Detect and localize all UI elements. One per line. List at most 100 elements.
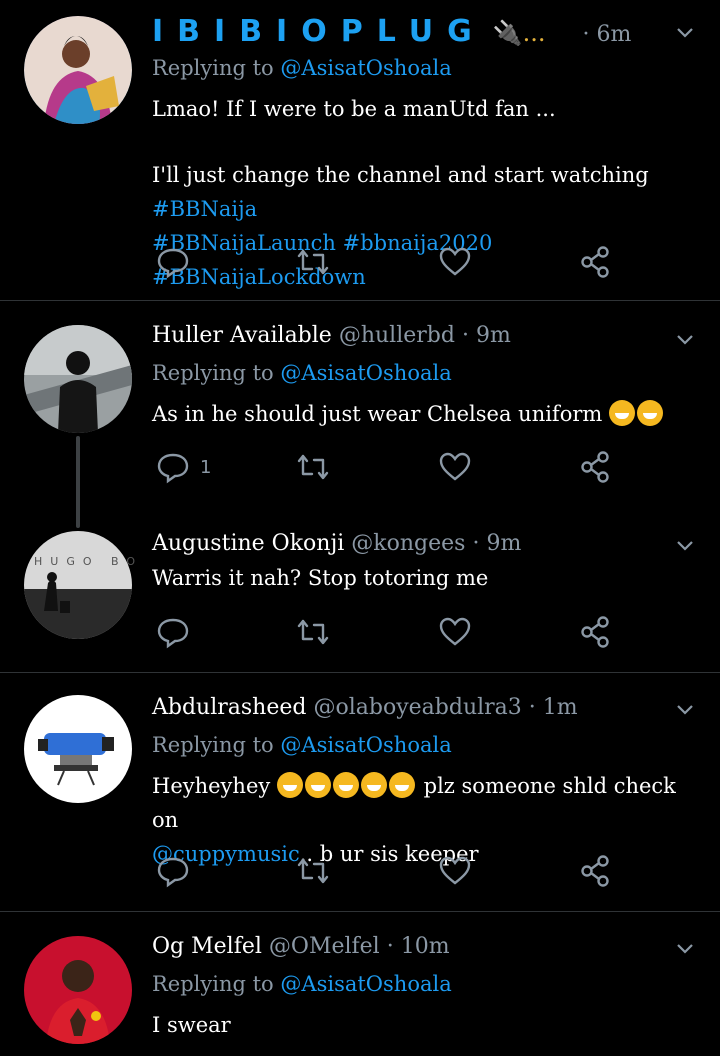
- share-button[interactable]: [578, 449, 612, 485]
- user-handle[interactable]: @OMelfel: [269, 934, 380, 959]
- replying-to-label: Replying to: [152, 972, 274, 996]
- tweet-text: I swear: [152, 1008, 697, 1042]
- reply-mention-link[interactable]: @AsisatOshoala: [280, 972, 451, 996]
- reply-button[interactable]: [156, 244, 190, 280]
- hashtag-link[interactable]: #BBNaija: [152, 197, 257, 221]
- tweet-text-line: Lmao! If I were to be a manUtd fan ...: [152, 97, 556, 121]
- display-name-suffix: 🔌...: [492, 19, 546, 47]
- tweet-abdulrasheed[interactable]: Abdulrasheed @olaboyeabdulra3 · 1m Reply…: [0, 673, 720, 911]
- share-button[interactable]: [578, 853, 612, 889]
- like-button[interactable]: [438, 244, 472, 280]
- retweet-icon: [297, 619, 329, 645]
- timestamp[interactable]: 9m: [476, 323, 511, 348]
- tweet-text: Warris it nah? Stop totoring me: [152, 561, 697, 595]
- tweet-header: Og Melfel @OMelfel · 10m: [152, 934, 450, 959]
- reply-mention-link[interactable]: @AsisatOshoala: [280, 361, 451, 385]
- display-name[interactable]: Og Melfel: [152, 934, 262, 959]
- avatar[interactable]: [24, 16, 132, 124]
- laughing-emoji-icon: [332, 772, 359, 798]
- laughing-emoji-icon: [388, 772, 415, 798]
- replying-to: Replying to @AsisatOshoala: [152, 56, 452, 80]
- retweet-button[interactable]: [296, 614, 330, 650]
- tweet-og-melfel[interactable]: Og Melfel @OMelfel · 10m Replying to @As…: [0, 912, 720, 1056]
- action-bar: [152, 244, 622, 284]
- reply-mention-link[interactable]: @AsisatOshoala: [280, 56, 451, 80]
- user-handle[interactable]: @olaboyeabdulra3: [313, 695, 521, 720]
- share-button[interactable]: [578, 614, 612, 650]
- tweet-text-line: Heyheyhey: [152, 774, 271, 798]
- tweet-header: Huller Available @hullerbd · 9m: [152, 323, 511, 348]
- replying-to: Replying to @AsisatOshoala: [152, 733, 452, 757]
- replying-to: Replying to @AsisatOshoala: [152, 361, 452, 385]
- retweet-icon: [297, 858, 329, 884]
- chevron-down-icon[interactable]: [676, 701, 694, 719]
- tweet-ibibioplug[interactable]: IBIBIOPLUG 🔌... · 6m Replying to @Asisat…: [0, 0, 720, 300]
- tweet-header: Abdulrasheed @olaboyeabdulra3 · 1m: [152, 695, 578, 720]
- laughing-emoji-icon: [304, 772, 331, 798]
- tweet-augustine-okonji[interactable]: HUGO BO Augustine Okonji @kongees · 9m W…: [0, 511, 720, 673]
- retweet-icon: [297, 454, 329, 480]
- reply-button[interactable]: [156, 853, 190, 889]
- retweet-icon: [297, 249, 329, 275]
- chevron-down-icon[interactable]: [676, 331, 694, 349]
- like-icon: [439, 247, 471, 276]
- timestamp[interactable]: 1m: [543, 695, 578, 720]
- like-icon: [439, 452, 471, 481]
- like-icon: [439, 856, 471, 885]
- action-bar: [152, 853, 622, 893]
- timestamp[interactable]: 6m: [597, 22, 632, 47]
- retweet-button[interactable]: [296, 853, 330, 889]
- tweet-huller-available[interactable]: Huller Available @hullerbd · 9m Replying…: [0, 301, 720, 511]
- tweet-text-line: As in he should just wear Chelsea unifor…: [152, 402, 603, 426]
- like-button[interactable]: [438, 614, 472, 650]
- share-button[interactable]: [578, 244, 612, 280]
- display-name[interactable]: Huller Available: [152, 323, 332, 348]
- chevron-down-icon[interactable]: [676, 940, 694, 958]
- like-button[interactable]: [438, 853, 472, 889]
- separator-dot: ·: [582, 22, 590, 47]
- display-name[interactable]: Augustine Okonji: [152, 531, 344, 556]
- chevron-down-icon[interactable]: [676, 537, 694, 555]
- like-button[interactable]: [438, 449, 472, 485]
- replying-to-label: Replying to: [152, 56, 274, 80]
- replying-to-label: Replying to: [152, 733, 274, 757]
- reply-button[interactable]: 1: [156, 449, 211, 485]
- user-handle[interactable]: @hullerbd: [339, 323, 455, 348]
- separator-dot: ·: [461, 323, 469, 348]
- timestamp[interactable]: 10m: [401, 934, 450, 959]
- reply-mention-link[interactable]: @AsisatOshoala: [280, 733, 451, 757]
- reply-button[interactable]: [156, 614, 190, 650]
- tweet-text-line: I swear: [152, 1013, 231, 1037]
- reply-icon: [157, 248, 189, 279]
- reply-icon: [157, 618, 189, 649]
- display-name[interactable]: Abdulrasheed: [152, 695, 306, 720]
- avatar[interactable]: [24, 936, 132, 1044]
- laughing-emoji-icon: [276, 772, 303, 798]
- laughing-emoji-icon: [360, 772, 387, 798]
- tweet-text-line: I'll just change the channel and start w…: [152, 163, 649, 187]
- retweet-button[interactable]: [296, 449, 330, 485]
- display-name[interactable]: IBIBIOPLUG: [152, 14, 486, 49]
- tweet-header: Augustine Okonji @kongees · 9m: [152, 531, 521, 556]
- action-bar: 1: [152, 449, 622, 489]
- tweet-text: As in he should just wear Chelsea unifor…: [152, 397, 697, 431]
- share-icon: [581, 855, 609, 887]
- avatar-sign-text: HUGO BO: [34, 555, 144, 568]
- avatar[interactable]: [24, 531, 132, 639]
- tweet-header: IBIBIOPLUG 🔌... · 6m: [152, 14, 631, 49]
- timestamp[interactable]: 9m: [486, 531, 521, 556]
- share-icon: [581, 246, 609, 278]
- avatar[interactable]: [24, 325, 132, 433]
- action-bar: [152, 614, 622, 654]
- separator-dot: ·: [472, 531, 480, 556]
- replying-to: Replying to @AsisatOshoala: [152, 972, 452, 996]
- grinning-emoji-icon: [637, 400, 663, 426]
- tweet-text-line: Warris it nah? Stop totoring me: [152, 566, 489, 590]
- separator-dot: ·: [528, 695, 536, 720]
- user-handle[interactable]: @kongees: [351, 531, 465, 556]
- grinning-emoji-icon: [609, 400, 635, 426]
- retweet-button[interactable]: [296, 244, 330, 280]
- avatar[interactable]: [24, 695, 132, 803]
- reply-icon: [157, 453, 189, 484]
- chevron-down-icon[interactable]: [676, 24, 694, 42]
